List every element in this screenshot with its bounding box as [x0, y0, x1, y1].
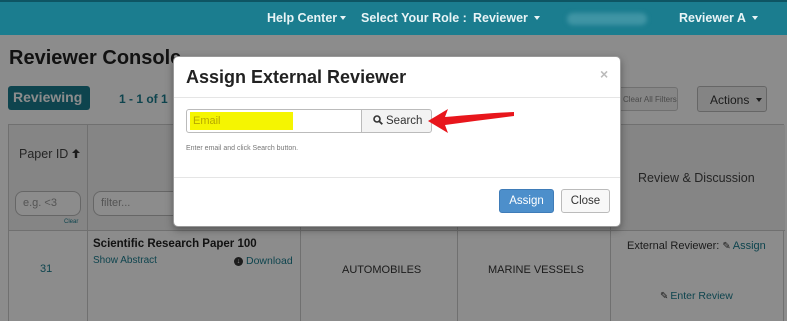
email-input[interactable]: Email — [186, 109, 362, 133]
caret-down-icon — [340, 15, 347, 20]
close-button[interactable]: Close — [561, 189, 610, 213]
helper-text: Enter email and click Search button. — [186, 145, 299, 152]
search-button-label: Search — [386, 115, 423, 127]
caret-down-icon — [534, 15, 541, 20]
search-button[interactable]: Search — [361, 109, 432, 133]
red-arrow-annotation — [428, 109, 514, 133]
assign-external-reviewer-modal: Assign External Reviewer × Email Search … — [173, 56, 621, 227]
help-center-label: Help Center — [267, 11, 338, 25]
assign-button[interactable]: Assign — [499, 189, 554, 213]
modal-title: Assign External Reviewer — [186, 67, 407, 87]
caret-down-icon — [751, 15, 758, 20]
help-center-menu[interactable]: Help Center — [267, 11, 347, 25]
role-dropdown[interactable]: Reviewer — [473, 11, 541, 25]
user-menu-label: Reviewer A — [679, 11, 746, 25]
user-menu[interactable]: Reviewer A — [679, 11, 758, 25]
role-value: Reviewer — [473, 11, 528, 25]
modal-close-icon[interactable]: × — [600, 66, 608, 82]
redacted-user-name — [567, 13, 647, 25]
email-placeholder-highlight: Email — [190, 112, 293, 130]
search-icon — [373, 115, 383, 125]
modal-header-divider — [174, 97, 620, 98]
top-navbar: Help Center Select Your Role : Reviewer … — [0, 0, 787, 35]
select-role-label: Select Your Role : — [361, 11, 467, 25]
modal-footer-divider — [174, 177, 620, 178]
